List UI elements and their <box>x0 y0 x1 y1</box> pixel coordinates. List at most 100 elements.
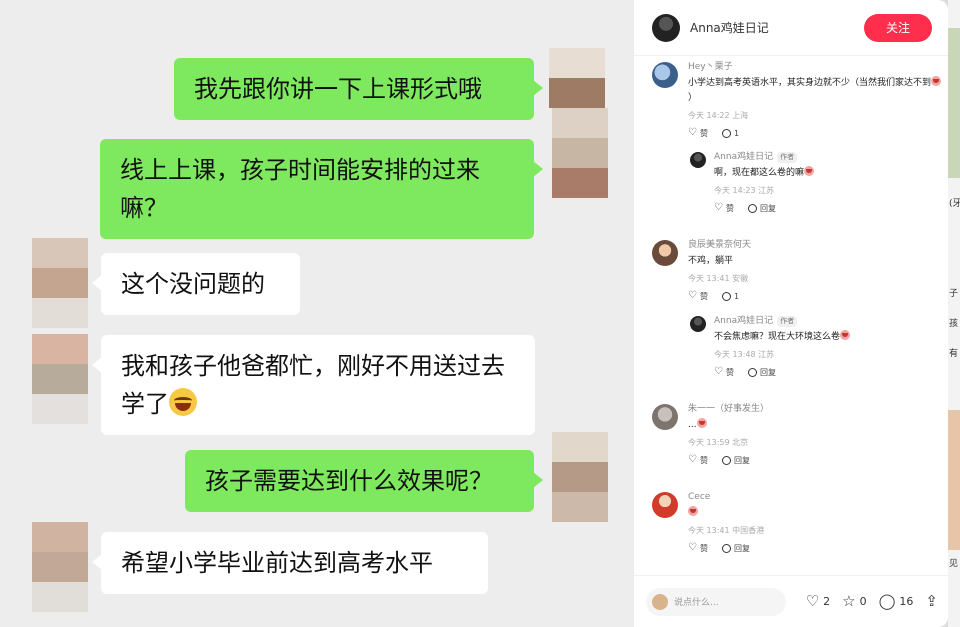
emoji-icon <box>840 330 851 340</box>
comment-text: 小学达到高考英语水平，其实身边就不少（当然我们家达不到） <box>688 76 942 106</box>
chat-bubble-sent: 孩子需要达到什么效果呢？ <box>185 450 543 512</box>
comment-input[interactable]: 说点什么... <box>646 587 786 616</box>
reply-count-button[interactable]: 1 <box>722 292 739 301</box>
like-button[interactable]: 赞 <box>688 543 708 554</box>
emoji-icon <box>804 166 815 176</box>
comment-text <box>688 506 942 521</box>
commenter-name[interactable]: Anna鸡娃日记 作者 <box>714 150 940 164</box>
comment-meta: 今天 13:41 安徽 <box>688 274 749 283</box>
message-text: 希望小学毕业前达到高考水平 <box>121 549 433 577</box>
blurred-avatar <box>32 334 88 424</box>
comment-text: 不会焦虑嘛？现在大环境这么卷 <box>714 330 940 345</box>
emoji-icon <box>931 76 942 86</box>
heart-icon <box>688 543 697 553</box>
comment-panel: Anna鸡娃日记 关注 Hey丶栗子 小学达到高考英语水平，其实身边就不少（当然… <box>634 0 948 627</box>
comment-item: 良辰美景奈何天 不鸡，躺平 今天 13:41 安徽 赞 1 <box>652 238 942 302</box>
message-text: 孩子需要达到什么效果呢？ <box>205 467 493 495</box>
background-thumbnail <box>948 410 960 550</box>
comment-actions: 赞 回复 <box>688 543 942 554</box>
reply-button[interactable]: 回复 <box>748 367 776 378</box>
author-tag: 作者 <box>777 316 798 327</box>
avatar[interactable] <box>652 492 678 518</box>
message-text: 我先跟你讲一下上课形式哦 <box>194 75 482 103</box>
blurred-avatar <box>32 522 88 612</box>
heart-icon <box>688 291 697 301</box>
comment-stat-button[interactable]: ◯ 16 <box>879 594 914 609</box>
comment-meta: 今天 13:41 中国香港 <box>688 526 765 535</box>
like-button[interactable]: 赞 <box>714 203 734 214</box>
heart-icon <box>714 367 723 377</box>
share-button[interactable]: ⇪ <box>925 594 938 609</box>
reply-button[interactable]: 回复 <box>748 203 776 214</box>
comment-actions: 赞 回复 <box>714 367 940 378</box>
comment-item: 朱一一（好事发生） ... 今天 13:59 北京 赞 回复 <box>652 402 942 466</box>
like-button[interactable]: 赞 <box>688 128 708 139</box>
message-text: 这个没问题的 <box>121 270 265 298</box>
background-thumbnail <box>948 28 960 178</box>
commenter-name[interactable]: Cece <box>688 490 942 504</box>
avatar[interactable] <box>690 316 706 332</box>
chat-bubble-received: 希望小学毕业前达到高考水平 <box>92 532 488 594</box>
comment-meta: 今天 14:22 上海 <box>688 111 749 120</box>
background-text: 孩 <box>949 319 959 329</box>
comment-item: Cece 今天 13:41 中国香港 赞 回复 <box>652 490 942 554</box>
comment-icon: ◯ <box>878 592 896 610</box>
chat-bubble-sent: 线上上课，孩子时间能安排的过来嘛？ <box>100 139 543 239</box>
avatar[interactable] <box>652 62 678 88</box>
comment-list[interactable]: Hey丶栗子 小学达到高考英语水平，其实身边就不少（当然我们家达不到） 今天 1… <box>634 56 948 576</box>
reply-item: Anna鸡娃日记作者 啊，现在都这么卷的嘛 今天 14:23 江苏 赞 回复 <box>690 150 940 214</box>
follow-button[interactable]: 关注 <box>864 13 932 42</box>
comment-icon <box>722 129 731 138</box>
favorite-stat-button[interactable]: ☆ 0 <box>842 594 866 609</box>
author-avatar[interactable] <box>652 13 680 42</box>
avatar[interactable] <box>690 152 706 168</box>
chat-bubble-received: 这个没问题的 <box>92 253 300 315</box>
avatar[interactable] <box>652 240 678 266</box>
emoji-icon <box>688 506 698 516</box>
background-text: 见 <box>949 559 959 569</box>
panel-header: Anna鸡娃日记 关注 <box>634 0 948 56</box>
blurred-avatar <box>552 108 608 198</box>
panel-footer: 说点什么... ♡ 2 ☆ 0 ◯ 16 ⇪ <box>634 575 948 627</box>
background-text: 子 <box>949 289 959 299</box>
heart-icon <box>688 455 697 465</box>
heart-icon <box>714 203 723 213</box>
reply-item: Anna鸡娃日记作者 不会焦虑嘛？现在大环境这么卷 今天 13:48 江苏 赞 … <box>690 314 940 378</box>
commenter-name[interactable]: 朱一一（好事发生） <box>688 402 942 416</box>
comment-icon <box>722 544 731 553</box>
author-name[interactable]: Anna鸡娃日记 <box>690 19 864 36</box>
comment-icon <box>722 456 731 465</box>
like-button[interactable]: 赞 <box>688 291 708 302</box>
like-stat-button[interactable]: ♡ 2 <box>806 594 830 609</box>
comment-meta: 今天 13:59 北京 <box>688 438 749 447</box>
comment-text: 不鸡，躺平 <box>688 256 734 266</box>
comment-meta: 今天 13:48 江苏 <box>714 350 775 359</box>
comment-icon <box>722 292 731 301</box>
comment-input-placeholder: 说点什么... <box>674 598 719 608</box>
like-button[interactable]: 赞 <box>688 455 708 466</box>
blurred-avatar <box>552 432 608 522</box>
author-tag: 作者 <box>777 152 798 163</box>
comment-actions: 赞 回复 <box>714 203 940 214</box>
reply-button[interactable]: 回复 <box>722 543 750 554</box>
commenter-name[interactable]: 良辰美景奈何天 <box>688 238 942 252</box>
blurred-avatar <box>549 48 605 108</box>
comment-actions: 赞 1 <box>688 291 942 302</box>
reply-button[interactable]: 回复 <box>722 455 750 466</box>
comment-item: Hey丶栗子 小学达到高考英语水平，其实身边就不少（当然我们家达不到） 今天 1… <box>652 60 942 139</box>
chat-bubble-sent: 我先跟你讲一下上课形式哦 <box>174 58 543 120</box>
heart-icon <box>688 128 697 138</box>
comment-icon <box>748 368 757 377</box>
reply-count-button[interactable]: 1 <box>722 129 739 138</box>
blurred-avatar <box>32 238 88 328</box>
engagement-stats: ♡ 2 ☆ 0 ◯ 16 ⇪ <box>806 594 938 609</box>
share-icon: ⇪ <box>925 592 938 610</box>
commenter-name[interactable]: Hey丶栗子 <box>688 60 942 74</box>
commenter-name[interactable]: Anna鸡娃日记 作者 <box>714 314 940 328</box>
like-button[interactable]: 赞 <box>714 367 734 378</box>
comment-icon <box>748 204 757 213</box>
emoji-icon <box>696 418 707 428</box>
avatar[interactable] <box>652 404 678 430</box>
star-icon: ☆ <box>842 592 856 610</box>
comment-actions: 赞 1 <box>688 128 942 139</box>
